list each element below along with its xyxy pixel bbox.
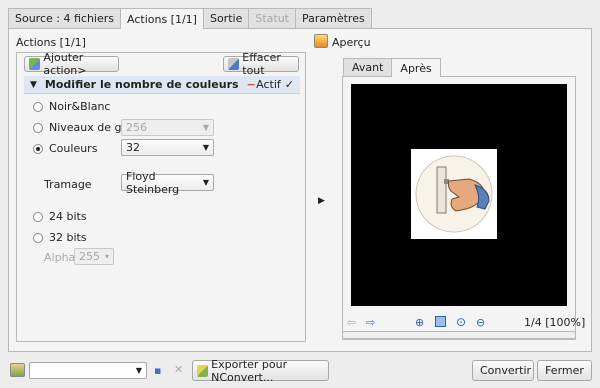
page-indicator: 1/4 [100%] xyxy=(524,316,586,329)
option-bw[interactable]: Noir&Blanc xyxy=(33,100,110,113)
zoom-out-icon[interactable]: ⊖ xyxy=(476,316,485,329)
preview-canvas xyxy=(351,84,567,306)
export-nconvert-button[interactable]: Exporter pour NConvert... xyxy=(192,357,329,384)
panel-toggle-arrow-icon[interactable]: ▶ xyxy=(318,196,325,206)
colors-label: Couleurs xyxy=(49,142,98,155)
convert-button[interactable]: Convertir xyxy=(472,360,534,381)
gray-select-value: 256 xyxy=(126,121,147,134)
prev-arrow-icon[interactable]: ⇦ xyxy=(347,316,356,329)
add-action-button[interactable]: Ajouter action> xyxy=(24,51,119,77)
remove-action-icon[interactable]: − xyxy=(247,78,256,91)
alpha-spinner: 255 ▾ xyxy=(74,248,114,265)
chevron-down-icon: ▼ xyxy=(202,178,209,187)
export-label: Exporter pour NConvert... xyxy=(211,357,288,384)
convert-label: Convertir xyxy=(480,364,532,377)
main-tabbar: Source : 4 fichiers Actions [1/1] Sortie… xyxy=(8,8,372,29)
active-checkbox[interactable]: ✓ xyxy=(285,78,294,91)
preset-combo[interactable]: ▼ xyxy=(29,362,147,379)
hand-doorbell-image xyxy=(415,155,493,233)
preview-toggle-icon[interactable] xyxy=(314,34,328,48)
add-action-label: Ajouter action> xyxy=(43,51,87,77)
preview-image xyxy=(411,149,497,239)
dither-select-value: Floyd Steinberg xyxy=(126,169,180,196)
option-gray[interactable]: Niveaux de gris xyxy=(33,121,135,134)
tab-statut: Statut xyxy=(248,8,296,28)
actions-panel xyxy=(16,52,306,342)
clear-all-icon xyxy=(228,58,240,70)
bottom-folder-icon[interactable] xyxy=(10,363,25,377)
action-item-header[interactable]: ▼ Modifier le nombre de couleurs − Actif… xyxy=(24,76,300,94)
alpha-label: Alpha xyxy=(44,251,76,264)
bw-radio[interactable] xyxy=(33,101,43,112)
gray-select: 256 ▼ xyxy=(121,119,214,136)
clear-all-button[interactable]: Effacer tout xyxy=(223,51,299,77)
action-item-title: Modifier le nombre de couleurs xyxy=(44,78,239,91)
save-icon[interactable]: ▪ xyxy=(154,364,161,377)
spinner-arrows-icon: ▾ xyxy=(104,252,109,261)
tab-parametres[interactable]: Paramètres xyxy=(294,8,372,28)
chevron-down-icon: ▼ xyxy=(135,366,142,375)
tab-actions[interactable]: Actions [1/1] xyxy=(120,8,204,29)
export-icon xyxy=(197,364,209,377)
tab-sortie[interactable]: Sortie xyxy=(202,8,250,28)
delete-icon: ✕ xyxy=(174,363,184,376)
option-colors[interactable]: Couleurs xyxy=(33,142,97,155)
collapse-triangle-icon[interactable]: ▼ xyxy=(30,80,37,90)
alpha-value: 255 xyxy=(79,250,100,263)
preview-title: Aperçu xyxy=(332,36,371,49)
b24-label: 24 bits xyxy=(49,210,87,223)
add-action-icon xyxy=(29,58,41,70)
colors-select-value: 32 xyxy=(126,141,140,154)
chevron-down-icon: ▼ xyxy=(202,143,209,152)
preview-scrollbar[interactable] xyxy=(342,331,576,339)
chevron-down-icon: ▼ xyxy=(202,123,209,132)
dither-select[interactable]: Floyd Steinberg ▼ xyxy=(121,170,214,196)
close-button[interactable]: Fermer xyxy=(537,360,592,381)
next-arrow-icon[interactable]: ⇨ xyxy=(366,316,375,329)
option-24bits[interactable]: 24 bits xyxy=(33,210,87,223)
zoom-in-icon[interactable]: ⊕ xyxy=(415,316,424,329)
active-label: Actif xyxy=(256,78,281,91)
clear-all-label: Effacer tout xyxy=(242,51,281,77)
gray-radio[interactable] xyxy=(33,122,43,133)
bw-label: Noir&Blanc xyxy=(49,100,111,113)
b32-label: 32 bits xyxy=(49,231,87,244)
fit-window-icon[interactable] xyxy=(435,316,446,327)
zoom-actual-icon[interactable]: ⊙ xyxy=(456,315,466,329)
dither-label: Tramage xyxy=(44,178,92,191)
tab-apres[interactable]: Après xyxy=(391,58,441,77)
b24-radio[interactable] xyxy=(33,211,43,222)
colors-select[interactable]: 32 ▼ xyxy=(121,139,214,156)
option-32bits[interactable]: 32 bits xyxy=(33,231,87,244)
close-label: Fermer xyxy=(545,364,584,377)
colors-radio[interactable] xyxy=(33,143,43,154)
preview-tabbar: Avant Après xyxy=(343,58,441,77)
actions-title: Actions [1/1] xyxy=(16,36,86,49)
b32-radio[interactable] xyxy=(33,232,43,243)
tab-source[interactable]: Source : 4 fichiers xyxy=(8,8,121,28)
tab-avant[interactable]: Avant xyxy=(343,58,393,76)
